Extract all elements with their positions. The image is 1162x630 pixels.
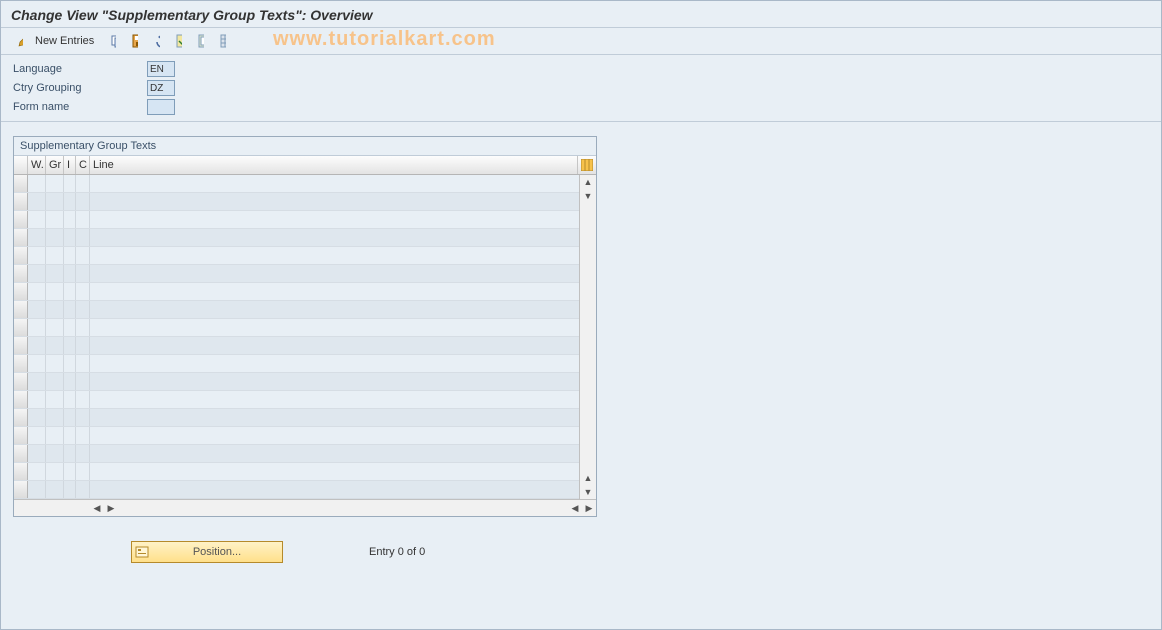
form-name-input[interactable] [147, 99, 175, 115]
scroll-right2-icon[interactable]: ▶ [582, 501, 596, 515]
scroll-down2-icon[interactable]: ▼ [581, 485, 595, 499]
table-settings-icon[interactable] [214, 32, 232, 50]
col-w[interactable]: W. [28, 156, 46, 174]
horizontal-scrollbar[interactable]: ◀ ▶ ◀ ▶ [14, 499, 596, 516]
table-caption: Supplementary Group Texts [14, 137, 596, 156]
ctry-grouping-label: Ctry Grouping [13, 82, 147, 94]
position-icon [132, 545, 152, 559]
language-input[interactable] [147, 61, 175, 77]
table-row[interactable] [14, 283, 579, 301]
col-line[interactable]: Line [90, 156, 578, 174]
undo-icon[interactable] [148, 32, 166, 50]
scroll-up-icon[interactable]: ▲ [581, 175, 595, 189]
table-row[interactable] [14, 481, 579, 499]
save-icon[interactable] [126, 32, 144, 50]
table-row[interactable] [14, 265, 579, 283]
deselect-all-icon[interactable] [192, 32, 210, 50]
entry-count-label: Entry 0 of 0 [369, 546, 425, 558]
table-row[interactable] [14, 247, 579, 265]
table-row[interactable] [14, 193, 579, 211]
position-button-label: Position... [152, 546, 282, 558]
table-row[interactable] [14, 355, 579, 373]
form-name-label: Form name [13, 101, 147, 113]
table-row[interactable] [14, 391, 579, 409]
table-row[interactable] [14, 337, 579, 355]
watermark: www.tutorialkart.com [273, 28, 496, 51]
table-row[interactable] [14, 373, 579, 391]
scroll-down-icon[interactable]: ▼ [581, 189, 595, 203]
table-row[interactable] [14, 211, 579, 229]
copy-icon[interactable] [104, 32, 122, 50]
vertical-scrollbar[interactable]: ▲ ▼ ▲ ▼ [579, 175, 596, 499]
toolbar: New Entries www.tutorialkart.com [1, 28, 1161, 55]
position-button[interactable]: Position... [131, 541, 283, 563]
supplementary-group-texts-table: Supplementary Group Texts W. Gr I C Line… [13, 136, 597, 517]
new-entries-button[interactable]: New Entries [35, 35, 94, 47]
footer: Position... Entry 0 of 0 [1, 541, 1161, 563]
ctry-grouping-input[interactable] [147, 80, 175, 96]
scroll-left-icon[interactable]: ◀ [90, 501, 104, 515]
col-select[interactable] [14, 156, 28, 174]
table-row[interactable] [14, 229, 579, 247]
col-gr[interactable]: Gr [46, 156, 64, 174]
scroll-up2-icon[interactable]: ▲ [581, 471, 595, 485]
table-row[interactable] [14, 427, 579, 445]
header-fields: Language Ctry Grouping Form name [1, 55, 1161, 122]
table-row[interactable] [14, 301, 579, 319]
col-i[interactable]: I [64, 156, 76, 174]
table-row[interactable] [14, 319, 579, 337]
table-row[interactable] [14, 175, 579, 193]
page-title: Change View "Supplementary Group Texts":… [1, 1, 1161, 28]
select-all-icon[interactable] [170, 32, 188, 50]
table-row[interactable] [14, 409, 579, 427]
table-header: W. Gr I C Line [14, 156, 596, 175]
table-row[interactable] [14, 463, 579, 481]
col-c[interactable]: C [76, 156, 90, 174]
configure-columns-icon[interactable] [578, 156, 596, 174]
scroll-left2-icon[interactable]: ◀ [568, 501, 582, 515]
table-row[interactable] [14, 445, 579, 463]
change-icon[interactable] [11, 32, 29, 50]
language-label: Language [13, 63, 147, 75]
scroll-right-icon[interactable]: ▶ [104, 501, 118, 515]
